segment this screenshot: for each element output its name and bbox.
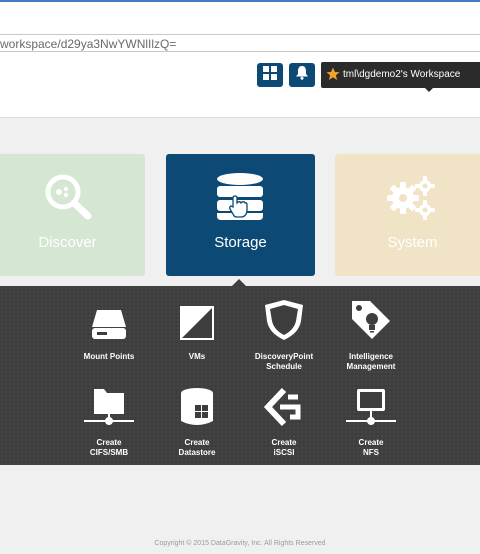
cifs-label-2: CIFS/SMB [89,448,129,457]
nfs-label: Create [358,438,384,447]
iscsi-label: Create [271,438,297,447]
tile-storage[interactable]: Storage [166,154,315,276]
shield-icon [264,299,304,346]
menu-item-intelligence-management[interactable]: Intelligence Management [321,299,421,372]
menu-item-create-iscsi[interactable]: Create iSCSI [234,387,334,458]
grid-icon [263,65,277,85]
cifs-label: Create [96,438,122,447]
tile-system-label: System [387,234,438,251]
workspace-selector[interactable]: tml\dgdemo2's Workspace [321,62,480,92]
iscsi-icon [263,387,304,432]
address-bar[interactable]: workspace/d29ya3NwYWNlIlzQ= [0,34,480,52]
drive-icon [91,307,127,346]
gears-icon [385,174,437,225]
intelligence-label-2: Management [346,362,396,371]
datastore-label: Create [184,438,210,447]
menu-item-discoverypoint-schedule[interactable]: DiscoveryPoint Schedule [234,299,334,372]
mount-points-label: Mount Points [83,352,135,361]
vm-icon [179,305,215,346]
discoverypoint-label-2: Schedule [266,362,302,371]
tile-system[interactable]: System [335,154,480,276]
browser-tab-strip [0,0,480,34]
menu-item-create-datastore[interactable]: Create Datastore [147,388,247,458]
tile-storage-label: Storage [214,234,267,251]
vms-label: VMs [188,352,206,361]
menu-item-mount-points[interactable]: Mount Points [59,302,159,362]
database-icon [216,172,266,227]
datastore-label-2: Datastore [178,448,216,457]
intelligence-label: Intelligence [348,352,393,361]
menu-item-create-nfs[interactable]: Create NFS [321,388,421,458]
magnify-icon [44,174,94,225]
discoverypoint-label: DiscoveryPoint [254,352,314,361]
folder-network-icon [83,387,135,432]
url-text[interactable]: workspace/d29ya3NwYWNlIlzQ= [0,37,176,51]
menu-item-vms[interactable]: VMs [147,302,247,362]
datastore-icon [179,387,215,432]
workspace-caret [423,86,435,92]
menu-item-create-cifs-smb[interactable]: Create CIFS/SMB [59,388,159,458]
iscsi-label-2: iSCSI [273,448,295,457]
tag-bulb-icon [350,299,392,346]
workspace-label: tml\dgdemo2's Workspace [343,69,461,80]
storage-menu-panel: Mount Points VMs DiscoveryPointSchedule [0,286,480,465]
apps-grid-button[interactable] [257,63,283,87]
footer-copyright: Copyright © 2015 DataGravity, Inc. All R… [154,540,326,547]
monitor-network-icon [345,387,397,432]
tile-discover[interactable]: Discover [0,154,145,276]
nfs-label-2: NFS [363,448,379,457]
notifications-button[interactable] [289,63,315,87]
star-icon [326,67,340,86]
bell-icon [295,65,309,85]
tile-discover-label: Discover [38,234,97,251]
